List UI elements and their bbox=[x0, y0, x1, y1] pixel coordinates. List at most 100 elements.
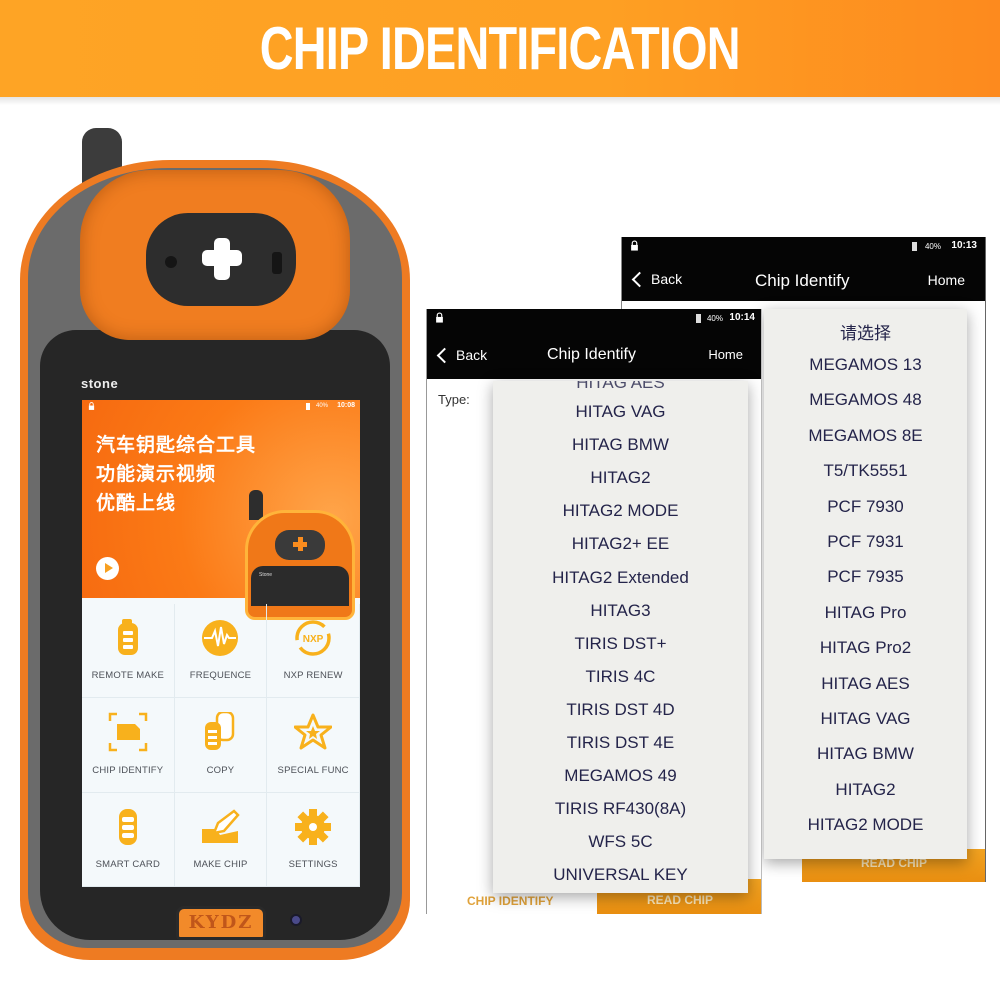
back-button[interactable]: Back bbox=[435, 347, 487, 363]
play-icon[interactable] bbox=[96, 557, 119, 580]
dropdown-item[interactable]: HITAG VAG bbox=[764, 709, 967, 729]
battery-level: 40% bbox=[706, 314, 723, 323]
dropdown-item[interactable]: HITAG2+ EE bbox=[493, 534, 748, 554]
top-bar: 40% 10:14 Back Chip Identify Home bbox=[427, 309, 761, 379]
copy-keys-icon bbox=[205, 712, 235, 751]
star-icon bbox=[294, 713, 333, 750]
tile-copy[interactable]: COPY bbox=[174, 698, 268, 793]
promo-line-2: 功能演示视频 bbox=[96, 464, 217, 485]
tile-label: REMOTE MAKE bbox=[91, 670, 165, 682]
tile-label: CHIP IDENTIFY bbox=[92, 764, 164, 776]
nxp-text: NXP bbox=[303, 634, 324, 645]
tile-settings[interactable]: SETTINGS bbox=[267, 792, 360, 887]
tile-frequence[interactable]: FREQUENCE bbox=[174, 604, 268, 699]
dropdown-item[interactable]: MEGAMOS 8E bbox=[764, 426, 967, 446]
tile-label: NXP RENEW bbox=[283, 670, 343, 682]
status-bar: 40% 10:13 bbox=[622, 237, 985, 255]
dropdown-item[interactable]: T5/TK5551 bbox=[764, 461, 967, 481]
dropdown-item[interactable]: TIRIS DST 4E bbox=[493, 733, 748, 753]
dropdown-item[interactable]: HITAG2 Extended bbox=[493, 568, 748, 588]
status-bar: 40% 10:14 bbox=[427, 309, 761, 327]
back-label: Back bbox=[651, 271, 683, 287]
dropdown-item[interactable]: TIRIS DST 4D bbox=[493, 700, 748, 720]
tile-smart-card[interactable]: SMART CARD bbox=[82, 792, 175, 887]
dropdown-item[interactable]: HITAG Pro2 bbox=[764, 638, 967, 658]
dropdown-item[interactable]: PCF 7935 bbox=[764, 567, 967, 587]
dropdown-item[interactable]: HITAG Pro bbox=[764, 603, 967, 623]
battery-icon bbox=[306, 403, 310, 410]
mini-plus-icon bbox=[293, 537, 307, 551]
dropdown-item[interactable]: HITAG2 bbox=[764, 780, 967, 800]
key-programmer-device: stone 40% 10:08 汽车钥匙综合工具 功能演示视频 优酷上线 Sto… bbox=[0, 0, 420, 1000]
device-brand: stone bbox=[81, 376, 119, 391]
battery-icon bbox=[696, 314, 701, 323]
battery-level: 40% bbox=[315, 403, 328, 409]
dropdown-item[interactable]: TIRIS DST+ bbox=[493, 634, 748, 654]
tile-label: MAKE CHIP bbox=[193, 859, 248, 870]
dropdown-item[interactable]: HITAG AES bbox=[764, 674, 967, 694]
clock: 10:13 bbox=[951, 240, 977, 251]
smart-key-icon bbox=[118, 808, 137, 845]
tile-label: SETTINGS bbox=[288, 859, 338, 870]
dropdown-item[interactable]: TIRIS 4C bbox=[493, 667, 748, 687]
top-bar: 40% 10:13 Back Chip Identify Home bbox=[622, 237, 985, 301]
tile-remote-make[interactable]: REMOTE MAKE bbox=[82, 604, 175, 699]
tile-special-func[interactable]: SPECIAL FUNC bbox=[267, 698, 360, 793]
lock-icon bbox=[631, 240, 638, 251]
clock: 10:08 bbox=[337, 402, 355, 409]
dropdown-item[interactable]: MEGAMOS 49 bbox=[493, 766, 748, 786]
tile-label: FREQUENCE bbox=[189, 670, 252, 682]
page-title: Chip Identify bbox=[547, 346, 636, 363]
back-label: Back bbox=[456, 347, 488, 363]
tile-label: COPY bbox=[206, 764, 235, 776]
device-screen: 40% 10:08 汽车钥匙综合工具 功能演示视频 优酷上线 Stone REM… bbox=[82, 400, 360, 887]
promo-banner[interactable]: 40% 10:08 汽车钥匙综合工具 功能演示视频 优酷上线 Stone bbox=[82, 400, 360, 620]
mini-antenna bbox=[249, 490, 263, 520]
mini-brand: Stone bbox=[259, 572, 273, 578]
tile-chip-identify[interactable]: CHIP IDENTIFY bbox=[82, 698, 175, 793]
chip-identify-screen-front: 40% 10:14 Back Chip Identify Home Type: … bbox=[426, 309, 762, 914]
status-bar: 40% 10:08 bbox=[82, 400, 360, 414]
function-grid: REMOTE MAKE FREQUENCE NXP NXP RENEW CHIP… bbox=[82, 604, 360, 887]
dropdown-item[interactable]: TIRIS RF430(8A) bbox=[493, 799, 748, 819]
chevron-left-icon bbox=[631, 271, 648, 287]
tile-nxp-renew[interactable]: NXP NXP RENEW bbox=[267, 604, 360, 699]
clock: 10:14 bbox=[729, 312, 755, 323]
chip-identify-label: CHIP IDENTIFY bbox=[467, 894, 554, 908]
dropdown-item[interactable]: HITAG3 bbox=[493, 601, 748, 621]
dropdown-item[interactable]: HITAG2 bbox=[493, 468, 748, 488]
dropdown-item[interactable]: HITAG BMW bbox=[493, 435, 748, 455]
battery-icon bbox=[912, 242, 917, 251]
dropdown-item[interactable]: HITAG2 MODE bbox=[764, 815, 967, 835]
dropdown-item[interactable]: HITAG VAG bbox=[493, 402, 748, 422]
tile-label: SMART CARD bbox=[95, 859, 161, 870]
chip-scan-icon bbox=[108, 713, 148, 752]
tile-make-chip[interactable]: MAKE CHIP bbox=[174, 792, 268, 887]
battery-level: 40% bbox=[924, 242, 941, 251]
dropdown-item[interactable]: PCF 7931 bbox=[764, 532, 967, 552]
dropdown-item[interactable]: PCF 7930 bbox=[764, 497, 967, 517]
dropdown-item[interactable]: WFS 5C bbox=[493, 832, 748, 852]
home-button[interactable]: KYDZ bbox=[176, 906, 266, 940]
dropdown-header: 请选择 bbox=[840, 324, 891, 343]
nxp-renew-icon: NXP bbox=[295, 620, 331, 656]
slot-sensor bbox=[272, 252, 282, 274]
dropdown-item[interactable]: HITAG2 MODE bbox=[493, 501, 748, 521]
car-key-icon bbox=[117, 619, 138, 655]
home-link[interactable]: Home bbox=[708, 347, 743, 362]
slot-indicator bbox=[165, 256, 177, 268]
chip-type-dropdown: HITAG AES HITAG VAG HITAG BMW HITAG2 HITAG2… bbox=[493, 381, 748, 893]
home-link[interactable]: Home bbox=[928, 272, 965, 288]
dropdown-item[interactable]: HITAG BMW bbox=[764, 744, 967, 764]
dropdown-item[interactable]: MEGAMOS 48 bbox=[764, 390, 967, 410]
dropdown-item[interactable]: UNIVERSAL KEY bbox=[493, 865, 748, 885]
promo-line-1: 汽车钥匙综合工具 bbox=[96, 435, 257, 456]
pencil-chip-icon bbox=[202, 809, 241, 843]
frequency-wave-icon bbox=[202, 620, 239, 656]
dropdown-item[interactable]: MEGAMOS 13 bbox=[764, 355, 967, 375]
type-label: Type: bbox=[438, 392, 470, 407]
tile-label: SPECIAL FUNC bbox=[277, 764, 349, 776]
lock-icon bbox=[436, 312, 443, 323]
camera-icon bbox=[290, 914, 302, 926]
back-button[interactable]: Back bbox=[630, 271, 682, 287]
